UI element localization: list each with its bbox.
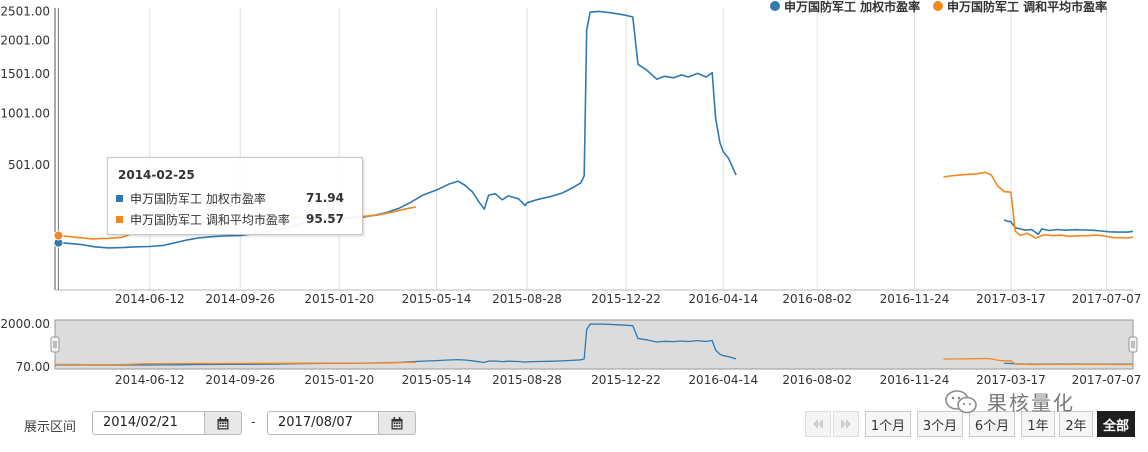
- navigator-x-tick-label: 2015-01-20: [304, 373, 374, 387]
- tooltip-series-label: 申万国防军工 调和平均市盈率: [130, 212, 290, 227]
- calendar-icon: [391, 416, 403, 429]
- navigator-background: [54, 319, 1134, 370]
- navigator-x-tick-label: 2015-05-14: [402, 373, 472, 387]
- x-tick-label: 2017-03-17: [976, 292, 1046, 306]
- navigator-x-tick-label: 2015-08-28: [492, 373, 562, 387]
- navigator-x-tick-label: 2015-12-22: [591, 373, 661, 387]
- calendar-icon: [217, 416, 229, 429]
- tooltip-value: 71.94: [306, 191, 344, 205]
- navigator-y-tick-label: 70.00: [16, 360, 50, 374]
- tooltip-value: 95.57: [306, 212, 344, 226]
- y-tick-label: 1001.00: [0, 107, 50, 121]
- x-tick-label: 2016-11-24: [880, 292, 950, 306]
- navigator-x-tick-label: 2016-04-14: [688, 373, 758, 387]
- range-label: 展示区间: [24, 420, 77, 435]
- hover-marker-1: [53, 230, 64, 241]
- watermark-text: 果核量化: [987, 391, 1075, 415]
- from-calendar-button[interactable]: [204, 411, 242, 435]
- range-separator: -: [251, 415, 256, 430]
- tooltip-series-label: 申万国防军工 加权市盈率: [130, 191, 266, 206]
- navigator-x-tick-label: 2016-08-02: [782, 373, 852, 387]
- zoom-all-button[interactable]: 全部: [1097, 411, 1135, 437]
- x-tick-label: 2015-05-14: [402, 292, 472, 306]
- y-tick-label: 2001.00: [0, 34, 50, 48]
- navigator-x-tick-label: 2017-03-17: [976, 373, 1046, 387]
- double-chevron-right-icon: [841, 419, 851, 429]
- to-date-input[interactable]: 2017/08/07: [267, 411, 381, 435]
- navigator-right-handle[interactable]: [1128, 336, 1138, 353]
- y-tick-label: 2501.00: [0, 4, 50, 18]
- y-tick-label: 501.00: [8, 158, 50, 172]
- navigator-x-tick-label: 2014-06-12: [115, 373, 185, 387]
- navigator-x-tick-label: 2016-11-24: [880, 373, 950, 387]
- x-tick-label: 2014-06-12: [115, 292, 185, 306]
- x-tick-label: 2015-12-22: [591, 292, 661, 306]
- x-tick-label: 2016-08-02: [782, 292, 852, 306]
- handle-grip: [50, 336, 60, 353]
- handle-grip: [1128, 336, 1138, 353]
- series-dot-icon: [770, 1, 780, 11]
- series-line-0-segment-1: [1003, 219, 1134, 236]
- legend-item-weighted-pe[interactable]: 申万国防军工 加权市盈率: [770, 0, 920, 14]
- watermark: 果核量化: [945, 387, 1075, 416]
- navigator-x-tick-label: 2014-09-26: [205, 373, 275, 387]
- x-tick-label: 2015-08-28: [492, 292, 562, 306]
- chart-tooltip: 2014-02-25 申万国防军工 加权市盈率 71.94 申万国防军工 调和平…: [107, 157, 363, 235]
- legend-label: 申万国防军工 加权市盈率: [784, 0, 921, 14]
- x-tick-label: 2017-07-07: [1072, 292, 1142, 306]
- wechat-icon: [945, 389, 977, 413]
- navigator-x-tick-label: 2017-07-07: [1072, 373, 1142, 387]
- legend-item-harmonic-pe[interactable]: 申万国防军工 调和平均市盈率: [933, 0, 1107, 14]
- navigator-left-handle[interactable]: [50, 336, 60, 353]
- prev-period-button[interactable]: [805, 411, 831, 437]
- tooltip-row-weighted: 申万国防军工 加权市盈率: [116, 189, 266, 207]
- series-dot-icon: [933, 1, 943, 11]
- from-date-input[interactable]: 2014/02/21: [92, 411, 206, 435]
- x-tick-label: 2015-01-20: [304, 292, 374, 306]
- series-square-icon: [116, 215, 123, 223]
- x-tick-label: 2014-09-26: [205, 292, 275, 306]
- legend-label: 申万国防军工 调和平均市盈率: [947, 0, 1108, 14]
- navigator-y-tick-label: 2000.00: [0, 317, 50, 331]
- x-tick-label: 2016-04-14: [688, 292, 758, 306]
- y-tick-label: 1501.00: [0, 67, 50, 81]
- series-line-1-segment-1: [943, 171, 1134, 239]
- tooltip-row-harmonic: 申万国防军工 调和平均市盈率: [116, 210, 290, 228]
- tooltip-date: 2014-02-25: [118, 168, 195, 182]
- double-chevron-left-icon: [813, 419, 823, 429]
- series-square-icon: [116, 194, 123, 202]
- zoom-1m-button[interactable]: 1个月: [865, 411, 911, 437]
- next-period-button[interactable]: [833, 411, 859, 437]
- to-calendar-button[interactable]: [378, 411, 416, 435]
